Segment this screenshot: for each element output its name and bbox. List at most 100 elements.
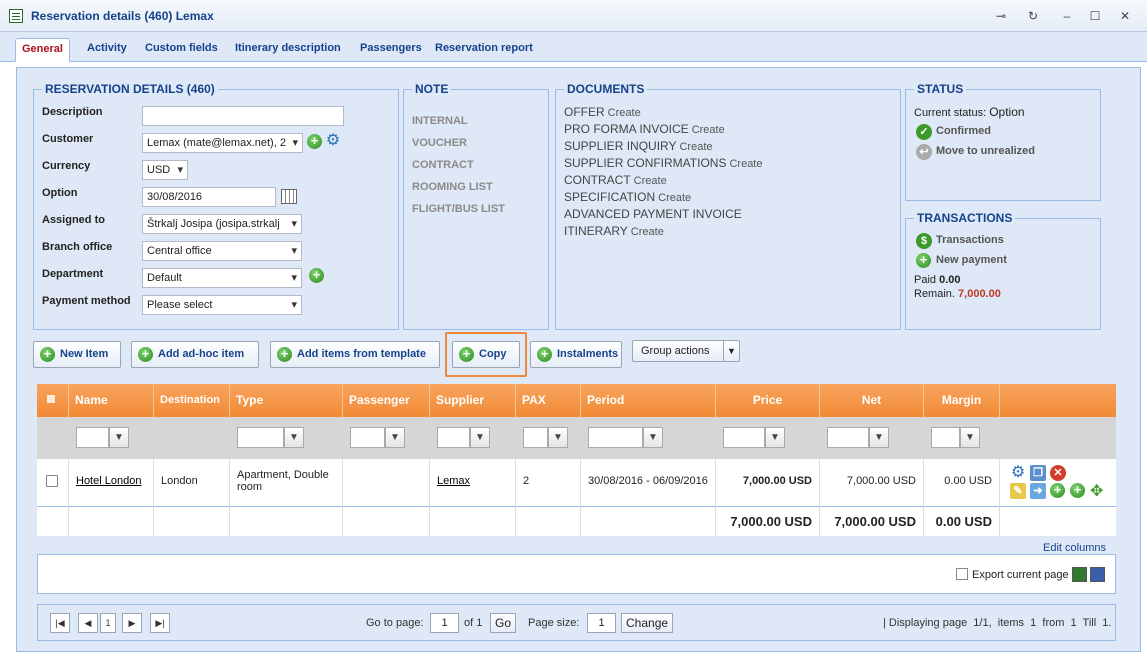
last-page-icon[interactable]: ▶| [150, 613, 170, 633]
doc-offer[interactable]: OFFER Create [564, 105, 641, 119]
tab-general[interactable]: General [15, 38, 70, 62]
filter-funnel-icon[interactable]: ▼ [643, 427, 663, 448]
prev-page-icon[interactable]: ◀ [78, 613, 98, 633]
transactions-link[interactable]: Transactions [936, 234, 1004, 246]
col-type[interactable]: Type [230, 384, 343, 417]
change-button[interactable]: Change [621, 613, 674, 633]
col-pax[interactable]: PAX [516, 384, 581, 417]
option-date-input[interactable]: 30/08/2016 [142, 187, 276, 207]
filter-name-input[interactable] [76, 427, 109, 448]
doc-supplier-confirmations[interactable]: SUPPLIER CONFIRMATIONS Create [564, 156, 763, 170]
new-payment-plus-icon[interactable]: + [916, 253, 931, 268]
branch-office-combo[interactable]: Central office [142, 241, 302, 261]
edit-columns-link[interactable]: Edit columns [1043, 542, 1106, 554]
row-name-link[interactable]: Hotel London [76, 475, 141, 487]
row-settings-gear-icon[interactable]: ⚙ [1010, 465, 1026, 481]
description-input[interactable] [142, 106, 344, 126]
filter-period-input[interactable] [588, 427, 643, 448]
first-page-icon[interactable]: |◀ [50, 613, 70, 633]
doc-pro-forma-invoice[interactable]: PRO FORMA INVOICE Create [564, 122, 725, 136]
row-supplier-link[interactable]: Lemax [437, 475, 470, 487]
filter-funnel-icon[interactable]: ▼ [385, 427, 405, 448]
payment-method-combo[interactable]: Please select [142, 295, 302, 315]
customer-combo[interactable]: Lemax (mate@lemax.net), 2 [142, 133, 303, 153]
filter-net-input[interactable] [827, 427, 869, 448]
row-copy-document-icon[interactable]: ❐ [1030, 465, 1046, 481]
filter-funnel-icon[interactable]: ▼ [109, 427, 129, 448]
minimize-icon[interactable]: – [1058, 7, 1076, 25]
row-edit-note-icon[interactable]: ✎ [1010, 483, 1026, 499]
filter-margin-input[interactable] [931, 427, 960, 448]
note-internal[interactable]: INTERNAL [412, 115, 468, 127]
tab-passengers[interactable]: Passengers [354, 38, 428, 62]
doc-contract[interactable]: CONTRACT Create [564, 173, 667, 187]
select-all-checkbox[interactable] [37, 384, 69, 417]
filter-funnel-icon[interactable]: ▼ [869, 427, 889, 448]
unrealized-icon[interactable]: ↩ [916, 144, 932, 160]
add-department-icon[interactable]: + [309, 268, 324, 283]
note-rooming-list[interactable]: ROOMING LIST [412, 181, 493, 193]
group-actions-button[interactable]: Group actions ▼ [632, 340, 740, 362]
doc-specification[interactable]: SPECIFICATION Create [564, 190, 691, 204]
page-size-input[interactable]: 1 [587, 613, 616, 633]
filter-type-input[interactable] [237, 427, 284, 448]
doc-supplier-inquiry[interactable]: SUPPLIER INQUIRY Create [564, 139, 713, 153]
doc-itinerary[interactable]: ITINERARY Create [564, 224, 664, 238]
add-adhoc-item-button[interactable]: + Add ad-hoc item [131, 341, 259, 368]
confirmed-link[interactable]: Confirmed [936, 125, 991, 137]
note-flight-bus-list[interactable]: FLIGHT/BUS LIST [412, 203, 505, 215]
customer-settings-gear-icon[interactable]: ⚙ [325, 133, 341, 149]
filter-funnel-icon[interactable]: ▼ [548, 427, 568, 448]
filter-supplier-input[interactable] [437, 427, 470, 448]
goto-page-input[interactable]: 1 [430, 613, 459, 633]
col-price[interactable]: Price [716, 384, 820, 417]
maximize-icon[interactable]: ☐ [1086, 7, 1104, 25]
instalments-button[interactable]: + Instalments [530, 341, 622, 368]
next-page-icon[interactable]: ▶ [122, 613, 142, 633]
filter-pax-input[interactable] [523, 427, 548, 448]
word-export-icon[interactable] [1090, 567, 1105, 582]
new-payment-link[interactable]: New payment [936, 254, 1007, 266]
move-to-unrealized-link[interactable]: Move to unrealized [936, 145, 1035, 157]
assigned-to-combo[interactable]: Štrkalj Josipa (josipa.strkalj [142, 214, 302, 234]
row-delete-icon[interactable]: ✕ [1050, 465, 1066, 481]
col-supplier[interactable]: Supplier [430, 384, 516, 417]
row-move-icon[interactable]: ➜ [1030, 483, 1046, 499]
filter-funnel-icon[interactable]: ▼ [284, 427, 304, 448]
col-name[interactable]: Name [69, 384, 154, 417]
col-margin[interactable]: Margin [924, 384, 1000, 417]
filter-funnel-icon[interactable]: ▼ [960, 427, 980, 448]
row-add-sub-item-icon[interactable]: + [1070, 483, 1085, 498]
tab-custom-fields[interactable]: Custom fields [139, 38, 224, 62]
calendar-icon[interactable] [281, 189, 297, 204]
department-combo[interactable]: Default [142, 268, 302, 288]
filter-passenger-input[interactable] [350, 427, 385, 448]
col-period[interactable]: Period [581, 384, 716, 417]
row-checkbox[interactable] [37, 459, 69, 507]
currency-select[interactable]: USD [142, 160, 188, 180]
confirm-check-icon[interactable]: ✓ [916, 124, 932, 140]
current-page-button[interactable]: 1 [100, 613, 116, 633]
note-contract[interactable]: CONTRACT [412, 159, 474, 171]
copy-button[interactable]: + Copy [452, 341, 520, 368]
go-button[interactable]: Go [490, 613, 517, 633]
chevron-down-icon[interactable]: ▼ [723, 341, 739, 361]
row-add-icon[interactable]: + [1050, 483, 1065, 498]
add-items-from-template-button[interactable]: + Add items from template [270, 341, 440, 368]
filter-price-input[interactable] [723, 427, 765, 448]
close-icon[interactable]: ✕ [1116, 7, 1134, 25]
col-destination[interactable]: Destination [154, 384, 230, 417]
col-passenger[interactable]: Passenger [343, 384, 430, 417]
excel-export-icon[interactable] [1072, 567, 1087, 582]
doc-advanced-payment-invoice[interactable]: ADVANCED PAYMENT INVOICE [564, 207, 745, 221]
row-drag-move-icon[interactable]: ✥ [1090, 481, 1103, 501]
add-customer-icon[interactable]: + [307, 134, 322, 149]
new-item-button[interactable]: + New Item [33, 341, 121, 368]
pin-icon[interactable]: ⊸ [992, 7, 1010, 25]
tab-itinerary-description[interactable]: Itinerary description [229, 38, 347, 62]
transactions-dollar-icon[interactable]: $ [916, 233, 932, 249]
note-voucher[interactable]: VOUCHER [412, 137, 467, 149]
tab-activity[interactable]: Activity [81, 38, 133, 62]
tab-reservation-report[interactable]: Reservation report [429, 38, 539, 62]
col-net[interactable]: Net [820, 384, 924, 417]
